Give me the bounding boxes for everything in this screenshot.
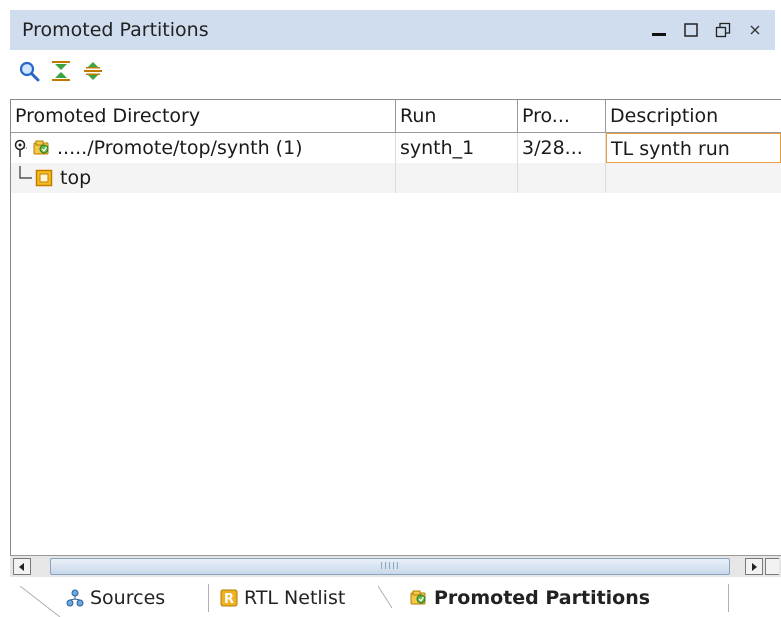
panel-titlebar: Promoted Partitions [10, 10, 775, 50]
expand-all-button[interactable] [80, 60, 106, 86]
tab-edge-decoration [20, 586, 61, 617]
panel-toolbar [10, 52, 775, 94]
bottom-tab-bar: Sources R RTL Netlist Promoted Partition… [0, 578, 781, 617]
panel-title: Promoted Partitions [22, 19, 209, 41]
run-cell [396, 163, 518, 193]
promoted-date-cell: 3/28... [518, 133, 606, 163]
tree-connector-icon [19, 166, 33, 190]
partitions-table: Promoted Directory Run Pro... Descriptio… [10, 99, 781, 570]
scroll-left-button[interactable] [13, 558, 31, 575]
tab-label: Promoted Partitions [434, 586, 651, 609]
arrow-left-icon [19, 562, 24, 571]
tab-separator [728, 584, 729, 612]
rtl-netlist-icon: R [220, 589, 238, 607]
search-button[interactable] [16, 60, 42, 86]
column-header-run[interactable]: Run [396, 100, 518, 132]
partition-icon [35, 169, 53, 187]
horizontal-scrollbar[interactable]: IIIII [10, 555, 781, 577]
arrow-right-icon [752, 562, 757, 571]
table-row[interactable]: ...../Promote/top/synth (1) synth_1 3/28… [11, 133, 781, 163]
promoted-date-cell [518, 163, 606, 193]
description-cell-editor[interactable]: TL synth run [606, 133, 781, 163]
run-cell: synth_1 [396, 133, 518, 163]
collapse-all-button[interactable] [48, 60, 74, 86]
search-icon [18, 60, 40, 86]
table-header: Promoted Directory Run Pro... Descriptio… [11, 100, 781, 133]
promoted-partitions-icon [410, 589, 428, 607]
window-controls [649, 10, 765, 50]
minimize-icon[interactable] [649, 20, 669, 40]
tab-separator [208, 584, 209, 612]
tab-edge-decoration [378, 585, 393, 609]
sources-icon [66, 589, 84, 607]
directory-label: ...../Promote/top/synth (1) [57, 137, 303, 159]
partition-label: top [60, 167, 92, 189]
scroll-corner [765, 558, 779, 575]
scroll-right-button[interactable] [745, 558, 763, 575]
maximize-icon[interactable] [681, 20, 701, 40]
description-cell [606, 163, 781, 193]
tab-label: Sources [90, 586, 166, 609]
tab-rtl-netlist[interactable]: R RTL Netlist [220, 578, 345, 617]
directory-cell: top [11, 163, 396, 193]
expand-all-icon [82, 60, 104, 86]
column-header-description[interactable]: Description [606, 100, 781, 132]
restore-icon[interactable] [713, 20, 733, 40]
table-row[interactable]: top [11, 163, 781, 193]
promoted-partitions-panel: Promoted Partitions Promoted Directory R… [0, 0, 781, 617]
tree-expand-toggle-icon[interactable] [13, 138, 29, 158]
collapse-all-icon [50, 60, 72, 86]
tab-sources[interactable]: Sources [66, 578, 165, 617]
directory-cell: ...../Promote/top/synth (1) [11, 133, 396, 163]
svg-text:R: R [224, 592, 234, 607]
scroll-grip: IIIII [380, 561, 400, 572]
column-header-promoted[interactable]: Pro... [518, 100, 606, 132]
column-header-promoted-directory[interactable]: Promoted Directory [11, 100, 396, 132]
tab-label: RTL Netlist [244, 586, 346, 609]
scroll-thumb[interactable]: IIIII [50, 558, 730, 575]
close-icon[interactable] [745, 20, 765, 40]
promoted-run-icon [33, 139, 51, 157]
tab-promoted-partitions[interactable]: Promoted Partitions [410, 578, 650, 617]
